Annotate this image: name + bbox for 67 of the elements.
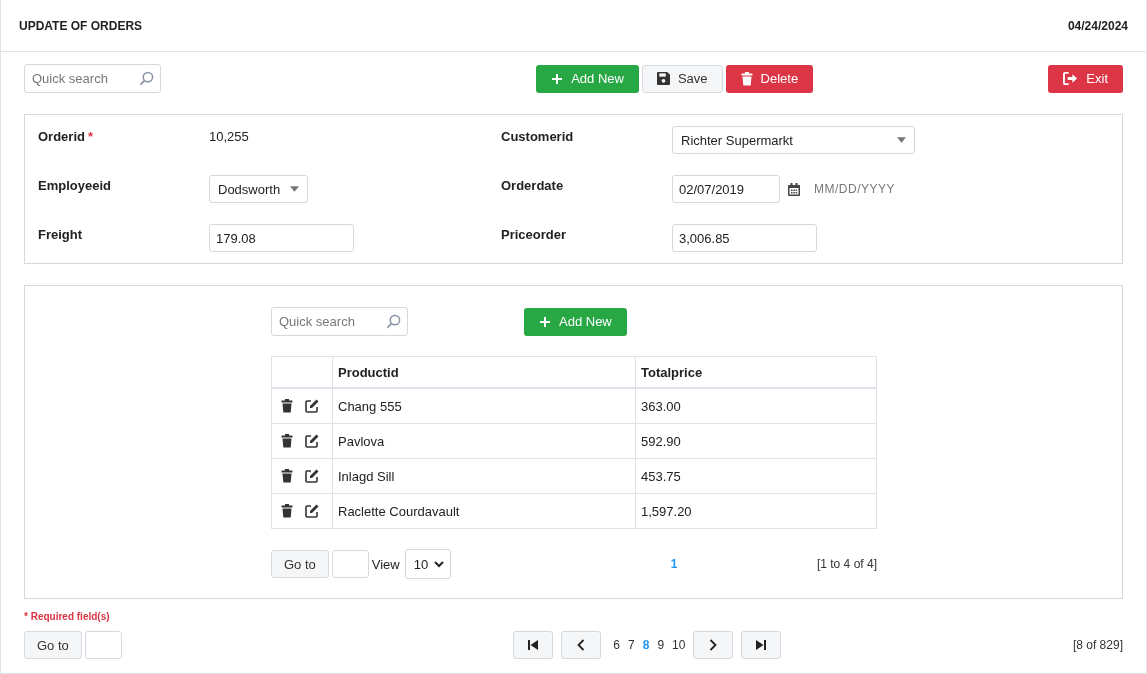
exit-icon [1063, 72, 1079, 85]
search-icon [139, 71, 154, 86]
record-summary: [8 of 829] [1072, 638, 1123, 652]
trash-icon[interactable] [281, 504, 293, 518]
date-format-hint: MM/DD/YYYY [814, 182, 895, 196]
go-to-button[interactable]: Go to [24, 631, 82, 659]
page-link[interactable]: 10 [672, 638, 686, 652]
trash-icon[interactable] [281, 469, 293, 483]
first-page-button[interactable] [513, 631, 554, 659]
table-cell: Chang 555 [332, 388, 636, 424]
plus-icon [551, 72, 564, 85]
column-header: Totalprice [635, 356, 877, 388]
table-cell: 1,597.20 [635, 493, 877, 529]
page-title: UPDATE OF ORDERS [19, 18, 143, 33]
edit-icon[interactable] [305, 434, 319, 448]
exit-button[interactable]: Exit [1048, 64, 1123, 93]
page-link[interactable]: 9 [657, 638, 665, 652]
page-link[interactable]: 7 [628, 638, 635, 652]
save-button[interactable]: Save [641, 64, 723, 93]
record-summary: [1 to 4 of 4] [816, 557, 877, 571]
input-field[interactable]: 179.08 [209, 224, 354, 252]
search-field[interactable]: Quick search [24, 64, 161, 93]
page-link[interactable]: 6 [613, 638, 620, 652]
field-label: Customerid [501, 128, 575, 144]
order-id-value: 10,255 [209, 128, 249, 144]
field-label: Priceorder [501, 226, 568, 242]
table-cell: Pavlova [332, 423, 636, 459]
skip-back-icon [528, 640, 539, 650]
caret-icon [290, 186, 300, 192]
trash-icon[interactable] [281, 434, 293, 448]
chevron-right-icon [709, 639, 718, 651]
caret-icon [897, 137, 906, 143]
table-cell: Inlagd Sill [332, 458, 636, 494]
edit-icon[interactable] [305, 399, 319, 413]
current-date: 04/24/2024 [1067, 18, 1128, 33]
chevron-down-icon [434, 560, 445, 568]
trash-icon[interactable] [281, 399, 293, 413]
field-label: Orderid * [38, 128, 95, 144]
column-header: Productid [332, 356, 636, 388]
last-page-button[interactable] [741, 631, 782, 659]
field-label: Orderdate [501, 177, 565, 193]
table-cell: 453.75 [635, 458, 877, 494]
skip-forward-icon [756, 640, 767, 650]
field-label: Employeeid [38, 177, 112, 193]
plus-icon [539, 315, 551, 328]
chevron-left-icon [577, 639, 586, 651]
delete-button[interactable]: Delete [725, 64, 814, 93]
view-label: View [371, 556, 400, 572]
search-icon [386, 314, 401, 329]
calendar-icon[interactable] [788, 182, 800, 196]
required-mark: * [87, 129, 94, 144]
go-to-button[interactable]: Go to [271, 550, 329, 578]
search-field[interactable]: Quick search [271, 307, 408, 336]
edit-icon[interactable] [305, 469, 319, 483]
required-fields-note: * Required field(s) [24, 611, 111, 622]
table-cell: Raclette Courdavault [332, 493, 636, 529]
table-cell: 363.00 [635, 388, 877, 424]
field-label: Freight [38, 226, 84, 242]
page-size-select[interactable]: 10 [404, 549, 452, 579]
page-number-field[interactable] [84, 631, 122, 659]
table-cell: 592.90 [635, 423, 877, 459]
select-field[interactable]: Richter Supermarkt [672, 126, 915, 154]
select-field[interactable]: Dodsworth [209, 175, 309, 203]
edit-icon[interactable] [305, 504, 319, 518]
page-number-field[interactable] [331, 550, 369, 578]
input-field[interactable]: 3,006.85 [672, 224, 817, 252]
date-field[interactable]: 02/07/2019 [672, 175, 780, 203]
